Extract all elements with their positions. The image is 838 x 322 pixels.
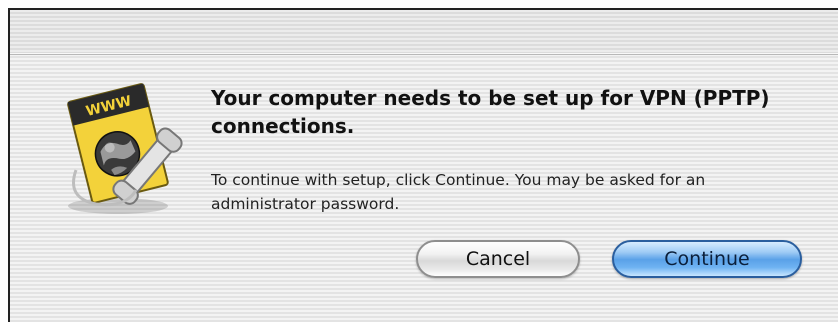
- screen: WWW Your computer needs to be set up for…: [0, 0, 838, 322]
- dialog-title-bar[interactable]: [10, 10, 838, 55]
- internet-connect-icon: WWW: [67, 83, 183, 214]
- continue-button[interactable]: Continue: [612, 240, 802, 278]
- dialog-headline: Your computer needs to be set up for VPN…: [211, 86, 770, 138]
- cancel-button[interactable]: Cancel: [416, 240, 580, 278]
- dialog-message: To continue with setup, click Continue. …: [211, 171, 706, 213]
